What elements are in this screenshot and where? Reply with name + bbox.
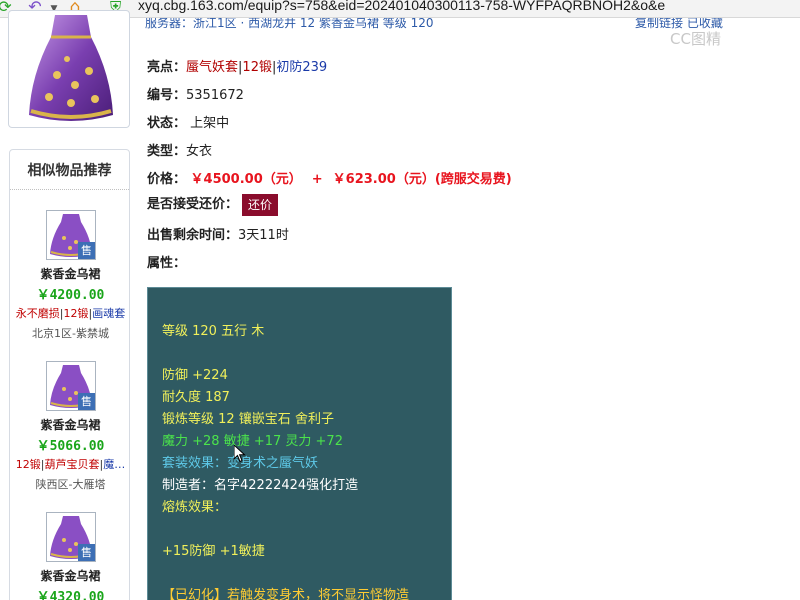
status-row: 状态： 上架中 <box>147 112 229 131</box>
tag: 魔… <box>103 458 126 471</box>
tag: 画魂套 <box>92 307 126 320</box>
similar-items-panel: 相似物品推荐 售 紫香金乌裙 ￥4200.00 永不磨损|12锻|画魂套 北京1… <box>9 149 130 600</box>
attr-illusion: 【已幻化】若触发变身术，将不显示怪物造 <box>162 588 410 600</box>
similar-item-tags: 12锻|葫芦宝贝套|魔… <box>15 458 126 471</box>
address-bar[interactable]: xyq.cbg.163.com/equip?s=758&eid=20240104… <box>138 0 665 13</box>
similar-item-price: ￥4320.00 <box>36 590 105 600</box>
similar-item-tags: 永不磨损|12锻|画魂套 <box>15 307 126 320</box>
id-label: 编号： <box>147 88 187 103</box>
attributes-label: 属性： <box>147 256 187 271</box>
attr-melt-value: +15防御 +1敏捷 <box>162 544 265 559</box>
sale-badge: 售 <box>78 242 95 259</box>
attr-stats: 魔力 +28 敏捷 +17 灵力 +72 <box>162 434 343 449</box>
remaining-time-value: 3天11时 <box>238 228 289 243</box>
tag: 12锻 <box>15 458 41 471</box>
page-edge-fade <box>760 18 800 600</box>
attr-level: 等级 120 五行 木 <box>162 324 265 339</box>
attr-melt-label: 熔炼效果： <box>162 500 228 515</box>
id-row: 编号：5351672 <box>147 84 244 103</box>
price-plus: + <box>311 172 323 187</box>
similar-item-price: ￥4200.00 <box>36 288 105 303</box>
status-value: 上架中 <box>190 116 230 131</box>
similar-item-thumbnail[interactable]: 售 <box>46 361 96 411</box>
highlight-label: 亮点： <box>147 60 187 75</box>
tag: 永不磨损 <box>15 307 60 320</box>
fee-value: ￥623.00（元）(跨服交易费) <box>332 172 512 187</box>
remaining-time-label: 出售剩余时间： <box>147 228 239 243</box>
similar-item[interactable]: 售 紫香金乌裙 ￥5066.00 12锻|葫芦宝贝套|魔… 陕西区-大雁塔 <box>10 361 129 501</box>
tag: 12锻 <box>63 307 89 320</box>
similar-item-thumbnail[interactable]: 售 <box>46 512 96 562</box>
watermark: CC图精 <box>670 30 721 48</box>
attributes-panel: 等级 120 五行 木 防御 +224 耐久度 187 锻炼等级 12 镶嵌宝石… <box>147 287 452 600</box>
similar-item-name[interactable]: 紫香金乌裙 <box>10 265 129 282</box>
sale-badge: 售 <box>78 544 95 561</box>
attr-durability: 耐久度 187 <box>162 390 230 405</box>
top-strip-text: 服务器：浙江1区 · 西湖龙井 12 紫香金乌裙 等级 120 <box>145 18 434 30</box>
counter-offer-label: 是否接受还价： <box>147 197 239 212</box>
type-label: 类型： <box>147 144 187 159</box>
id-value: 5351672 <box>186 88 244 103</box>
similar-item-name[interactable]: 紫香金乌裙 <box>10 416 129 433</box>
type-row: 类型：女衣 <box>147 140 212 159</box>
similar-item-price: ￥5066.00 <box>36 439 105 454</box>
mouse-cursor-icon <box>234 445 246 463</box>
price-value: ￥4500.00（元） <box>190 172 302 187</box>
counter-offer-button[interactable]: 还价 <box>242 193 279 216</box>
type-value: 女衣 <box>186 144 213 159</box>
similar-item-server: 陕西区-大雁塔 <box>35 478 106 491</box>
remaining-time-row: 出售剩余时间：3天11时 <box>147 224 289 243</box>
similar-item[interactable]: 售 紫香金乌裙 ￥4200.00 永不磨损|12锻|画魂套 北京1区-紫禁城 <box>10 210 129 350</box>
tag: 葫芦宝贝套 <box>44 458 100 471</box>
counter-offer-row: 是否接受还价： 还价 <box>147 193 279 216</box>
highlight-defense: 初防239 <box>276 60 328 75</box>
price-row: 价格： ￥4500.00（元） + ￥623.00（元）(跨服交易费) <box>147 168 512 187</box>
similar-items-title: 相似物品推荐 <box>10 150 129 190</box>
highlight-forge: 12锻 <box>242 60 272 75</box>
attr-forge: 锻炼等级 12 镶嵌宝石 舍利子 <box>162 412 334 427</box>
attr-defense: 防御 +224 <box>162 368 228 383</box>
similar-item-thumbnail[interactable]: 售 <box>46 210 96 260</box>
item-image <box>8 10 130 128</box>
price-label: 价格： <box>147 172 187 187</box>
attributes-row: 属性： <box>147 252 186 271</box>
attr-maker: 制造者：名字42222424强化打造 <box>162 478 359 493</box>
similar-item[interactable]: 售 紫香金乌裙 ￥4320.00 <box>10 512 129 600</box>
highlight-set: 蜃气妖套 <box>186 60 239 75</box>
skirt-image <box>29 15 113 121</box>
similar-item-server: 北京1区-紫禁城 <box>32 327 109 340</box>
highlight-row: 亮点：蜃气妖套|12锻|初防239 <box>147 60 328 75</box>
status-label: 状态： <box>147 116 187 131</box>
sale-badge: 售 <box>78 393 95 410</box>
similar-item-name[interactable]: 紫香金乌裙 <box>10 567 129 584</box>
